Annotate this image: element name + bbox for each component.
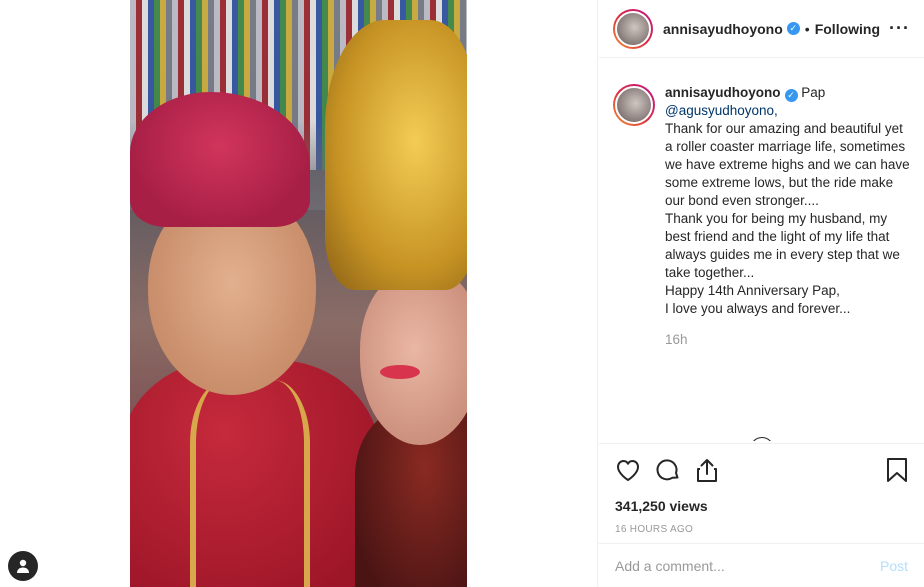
media-pane: [0, 0, 598, 587]
caption-row: annisayudhoyono ✓ Pap @agusyudhoyono, Tha…: [613, 84, 910, 318]
post-actions: 341,250 views 16 HOURS AGO: [599, 443, 924, 535]
woman-figure-crown: [325, 20, 467, 290]
avatar[interactable]: [613, 8, 653, 49]
load-more-comments-button[interactable]: +: [750, 437, 774, 441]
avatar-image: [615, 86, 653, 124]
post-comment-button[interactable]: Post: [880, 558, 908, 574]
avatar-image: [615, 10, 651, 47]
verified-badge-icon: ✓: [784, 88, 798, 102]
add-comment-bar: Post: [599, 543, 924, 587]
more-options-icon[interactable]: ···: [889, 18, 910, 39]
post-header: annisayudhoyono ✓ • Following ···: [599, 0, 924, 58]
post-video[interactable]: [130, 0, 467, 587]
post-detail-panel: annisayudhoyono ✓ • Following ··· annisa…: [599, 0, 924, 587]
caption-text: annisayudhoyono ✓ Pap @agusyudhoyono, Tha…: [665, 84, 910, 318]
woman-figure-face: [360, 270, 467, 445]
header-separator: •: [804, 20, 810, 37]
share-icon[interactable]: [695, 457, 719, 483]
view-count[interactable]: 341,250 views: [615, 498, 908, 514]
user-profile-icon[interactable]: [8, 551, 38, 581]
caption-avatar[interactable]: [613, 84, 655, 126]
comment-icon[interactable]: [655, 457, 681, 483]
woman-figure-lips: [380, 365, 420, 379]
bookmark-icon[interactable]: [886, 457, 908, 483]
caption-username[interactable]: annisayudhoyono: [665, 85, 781, 100]
post-timestamp: 16 HOURS AGO: [615, 524, 694, 535]
caption-body: Thank for our amazing and beautiful yet …: [665, 121, 910, 316]
caption-timestamp[interactable]: 16h: [665, 332, 910, 347]
comment-input[interactable]: [615, 557, 880, 574]
caption-mention-link[interactable]: @agusyudhoyono,: [665, 103, 778, 118]
caption-first-word: Pap: [801, 85, 826, 100]
verified-badge-icon: ✓: [786, 22, 800, 35]
comments-section[interactable]: annisayudhoyono ✓ Pap @agusyudhoyono, Tha…: [599, 58, 924, 441]
following-button[interactable]: Following: [815, 21, 880, 37]
heart-icon[interactable]: [615, 458, 641, 482]
action-icons-row: [615, 456, 908, 484]
man-figure-trim: [190, 380, 310, 587]
person-icon: [17, 559, 29, 573]
header-username[interactable]: annisayudhoyono: [663, 21, 783, 37]
